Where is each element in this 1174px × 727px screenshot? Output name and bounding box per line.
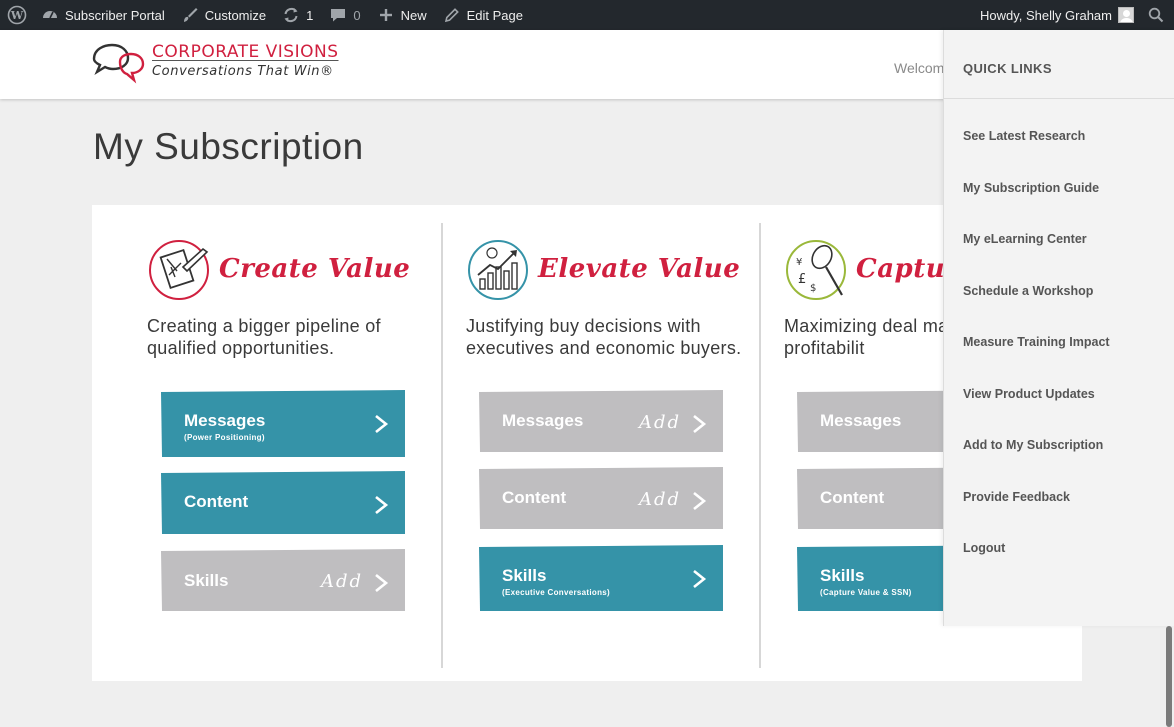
messages-button[interactable]: Messages (Power Positioning) <box>161 390 405 457</box>
button-label: Messages <box>502 411 584 430</box>
avatar <box>1118 7 1134 23</box>
chevron-right-icon <box>375 573 389 593</box>
add-label: Add <box>320 571 363 592</box>
column-create-value: Create Value Creating a bigger pipeline … <box>147 205 477 681</box>
welcome-text: Welcom <box>894 60 945 76</box>
chevron-right-icon <box>375 414 389 434</box>
quick-link-schedule-workshop[interactable]: Schedule a Workshop <box>963 284 1093 298</box>
column-divider <box>759 223 761 668</box>
edit-page-label: Edit Page <box>466 7 523 23</box>
user-account-menu[interactable]: Howdy, Shelly Graham <box>972 0 1140 30</box>
button-label: Messages <box>184 411 266 430</box>
svg-text:W: W <box>10 9 24 22</box>
button-sublabel: (Capture Value & SSN) <box>820 588 912 597</box>
button-label: Skills <box>820 566 865 585</box>
column-title: Elevate Value <box>538 254 741 284</box>
column-divider <box>441 223 443 668</box>
button-sublabel: (Power Positioning) <box>184 433 265 442</box>
quick-link-latest-research[interactable]: See Latest Research <box>963 129 1085 143</box>
skills-button[interactable]: Skills (Executive Conversations) <box>479 545 723 611</box>
comments-link[interactable]: 0 <box>321 0 368 30</box>
subscription-card: Create Value Creating a bigger pipeline … <box>92 205 1082 681</box>
skills-add-button[interactable]: Skills Add <box>161 549 405 611</box>
wordpress-icon: W <box>7 5 27 25</box>
updates-link[interactable]: 1 <box>274 0 321 30</box>
site-name-link[interactable]: Subscriber Portal <box>33 0 173 30</box>
howdy-label: Howdy, Shelly Graham <box>980 7 1112 23</box>
column-header: Create Value <box>147 237 410 301</box>
quick-link-measure-impact[interactable]: Measure Training Impact <box>963 335 1110 349</box>
content-add-button[interactable]: Content Add <box>479 467 723 529</box>
column-description: Justifying buy decisions with executives… <box>466 316 742 358</box>
chevron-right-icon <box>693 569 707 589</box>
chevron-right-icon <box>693 414 707 434</box>
customize-label: Customize <box>204 7 267 23</box>
money-net-icon: ¥ £ $ <box>786 240 846 300</box>
button-label: Messages <box>820 411 902 430</box>
quick-link-add-subscription[interactable]: Add to My Subscription <box>963 438 1103 452</box>
logo-tagline: Conversations That Win® <box>152 64 334 79</box>
svg-text:¥: ¥ <box>796 257 802 268</box>
pencil-icon <box>443 6 461 24</box>
quick-link-subscription-guide[interactable]: My Subscription Guide <box>963 181 1099 195</box>
chevron-right-icon <box>693 491 707 511</box>
new-content-link[interactable]: New <box>369 0 435 30</box>
customize-link[interactable]: Customize <box>173 0 274 30</box>
messages-add-button[interactable]: Messages Add <box>479 390 723 452</box>
brush-icon <box>181 6 199 24</box>
column-description: Creating a bigger pipeline of qualified … <box>147 316 381 358</box>
quick-links-panel: QUICK LINKS See Latest Research My Subsc… <box>943 30 1174 626</box>
wordpress-menu[interactable]: W <box>0 0 33 30</box>
column-title: Create Value <box>219 254 411 284</box>
dashboard-icon <box>41 6 59 24</box>
column-header: ¥ £ $ Captur <box>784 237 959 301</box>
refresh-icon <box>282 6 300 24</box>
button-label: Content <box>820 488 885 507</box>
checklist-icon <box>149 240 209 300</box>
quick-links-heading: QUICK LINKS <box>944 30 1174 99</box>
quick-link-provide-feedback[interactable]: Provide Feedback <box>963 490 1070 504</box>
admin-search[interactable] <box>1140 0 1174 30</box>
page-scrollbar[interactable] <box>1166 626 1172 727</box>
button-label: Skills <box>502 566 547 585</box>
search-icon <box>1148 7 1164 23</box>
quick-link-elearning-center[interactable]: My eLearning Center <box>963 232 1087 246</box>
comment-icon <box>329 6 347 24</box>
speech-bubbles-icon <box>92 43 145 84</box>
new-label: New <box>400 7 427 23</box>
button-label: Content <box>184 492 249 511</box>
column-elevate-value: Elevate Value Justifying buy decisions w… <box>466 205 796 681</box>
plus-icon <box>377 6 395 24</box>
button-label: Content <box>502 488 567 507</box>
svg-text:£: £ <box>798 272 806 287</box>
logo-title: CORPORATE VISIONS <box>152 42 339 62</box>
site-name-label: Subscriber Portal <box>65 7 165 23</box>
site-logo[interactable]: CORPORATE VISIONS Conversations That Win… <box>90 42 339 84</box>
svg-text:$: $ <box>810 283 816 294</box>
comments-count: 0 <box>353 7 361 23</box>
quick-link-product-updates[interactable]: View Product Updates <box>963 387 1095 401</box>
admin-bar: W Subscriber Portal Customize 1 0 New Ed… <box>0 0 1174 30</box>
quick-link-logout[interactable]: Logout <box>963 541 1005 555</box>
growth-chart-icon <box>468 240 528 300</box>
add-label: Add <box>638 412 681 433</box>
page-title: My Subscription <box>93 126 364 167</box>
column-header: Elevate Value <box>466 237 740 301</box>
updates-count: 1 <box>306 7 314 23</box>
button-sublabel: (Executive Conversations) <box>502 588 610 597</box>
chevron-right-icon <box>375 495 389 515</box>
content-button[interactable]: Content <box>161 471 405 534</box>
edit-page-link[interactable]: Edit Page <box>435 0 531 30</box>
button-label: Skills <box>184 571 229 590</box>
add-label: Add <box>638 489 681 510</box>
